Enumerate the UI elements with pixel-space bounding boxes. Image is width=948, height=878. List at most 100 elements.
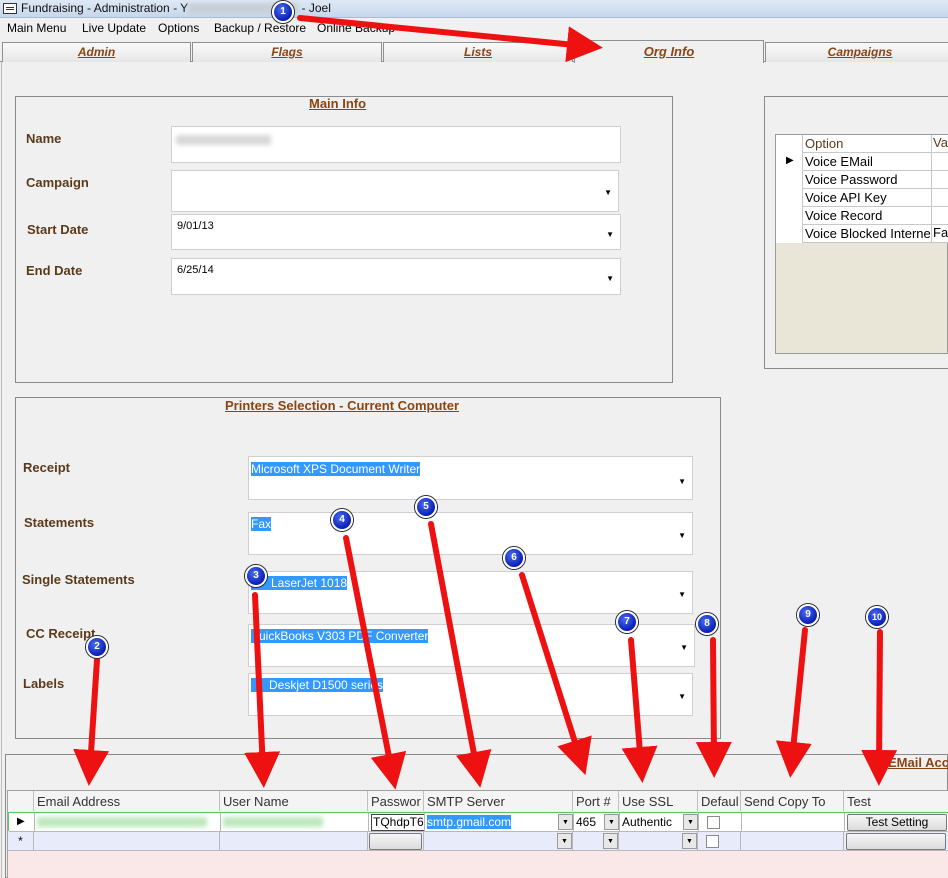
chevron-down-icon[interactable]: ▼ [606,274,614,283]
chevron-down-icon[interactable]: ▼ [604,188,612,197]
name-value-redacted [176,135,271,145]
column-header-send-copy[interactable]: Send Copy To [741,791,844,811]
column-header-ssl[interactable]: Use SSL [619,791,698,811]
options-grid-header: Option Va [776,135,948,153]
callout-badge-4: 4 [331,509,353,531]
callout-badge-6: 6 [503,547,525,569]
default-cell[interactable] [699,813,742,832]
callout-badge-3: 3 [245,565,267,587]
campaign-combo[interactable]: ▼ [171,170,619,212]
main-info-title: Main Info [309,96,367,111]
chevron-down-icon[interactable]: ▼ [557,833,572,849]
statements-label: Statements [24,515,95,530]
column-header-option[interactable]: Option [805,136,930,151]
column-header-port[interactable]: Port # [573,791,619,811]
menu-main-menu[interactable]: Main Menu [7,21,66,35]
chevron-down-icon[interactable]: ▼ [558,814,573,830]
default-checkbox[interactable] [707,816,720,829]
tab-campaigns[interactable]: Campaigns [765,42,948,62]
chevron-down-icon[interactable]: ▼ [682,833,697,849]
tab-admin[interactable]: Admin [2,42,191,62]
row-selector[interactable]: ▶ [9,813,35,832]
username-cell[interactable] [221,813,369,832]
tab-flags[interactable]: Flags [192,42,382,62]
labels-printer-value: Deskjet D1500 series [251,678,384,692]
menu-options[interactable]: Options [158,21,199,35]
receipt-printer-value: Microsoft XPS Document Writer [251,462,421,476]
single-statements-printer-combo[interactable]: LaserJet 1018 ▼ [248,571,693,614]
start-date-value: 9/01/13 [177,220,214,232]
chevron-down-icon[interactable]: ▼ [683,814,698,830]
menu-bar: Main Menu Live Update Options Backup / R… [0,18,948,39]
name-field[interactable] [171,126,621,163]
title-bar: Fundraising - Administration - Y - Joel [0,0,948,18]
chevron-down-icon[interactable]: ▼ [678,477,686,486]
printers-title: Printers Selection - Current Computer [225,398,460,413]
app-icon [3,3,17,14]
test-button-empty[interactable] [846,833,946,850]
tab-lists[interactable]: Lists [383,42,573,62]
chevron-down-icon[interactable]: ▼ [678,531,686,540]
menu-backup-restore[interactable]: Backup / Restore [214,21,306,35]
column-header-value[interactable]: Va [931,135,948,153]
options-row[interactable]: ▶ Voice EMail [776,153,948,171]
chevron-down-icon[interactable]: ▼ [680,643,688,652]
port-combo[interactable]: 465 ▼ [574,813,620,832]
new-row-marker: * [8,832,34,851]
use-ssl-combo[interactable]: Authentic ▼ [620,813,699,832]
row-selector[interactable]: ▶ [776,153,803,171]
send-copy-cell[interactable] [742,813,845,832]
receipt-printer-combo[interactable]: Microsoft XPS Document Writer ▼ [248,456,693,500]
menu-live-update[interactable]: Live Update [82,21,146,35]
default-checkbox[interactable] [706,835,719,848]
options-row[interactable]: Voice Password [776,171,948,189]
callout-badge-1: 1 [272,1,294,23]
end-date-value: 6/25/14 [177,264,214,276]
smtp-server-combo[interactable]: smtp.gmail.com ▼ [425,813,574,832]
labels-label: Labels [23,676,65,691]
password-cell[interactable]: TQhdpT6 [369,813,425,832]
cc-receipt-label: CC Receipt [26,626,96,641]
end-date-label: End Date [26,263,83,278]
end-date-combo[interactable]: 6/25/14 ▼ [171,258,621,295]
labels-printer-combo[interactable]: Deskjet D1500 series ▼ [248,673,693,716]
tab-org-info[interactable]: Org Info [574,40,764,63]
statements-printer-combo[interactable]: Fax ▼ [248,512,693,555]
start-date-combo[interactable]: 9/01/13 ▼ [171,214,621,250]
chevron-down-icon[interactable]: ▼ [604,814,619,830]
cc-receipt-printer-value: uickBooks V303 PDF Converter [251,629,429,643]
callout-badge-10: 10 [866,606,888,628]
name-label: Name [26,131,62,146]
campaign-label: Campaign [26,175,89,190]
callout-badge-9: 9 [797,604,819,626]
test-cell[interactable]: Test Setting [845,813,948,832]
email-accounts-title: EMail Acc [888,755,948,770]
chevron-down-icon[interactable]: ▼ [678,590,686,599]
column-header-smtp[interactable]: SMTP Server [424,791,573,811]
menu-online-backup[interactable]: Online Backup [317,21,395,35]
options-row[interactable]: Voice Record [776,207,948,225]
chevron-down-icon[interactable]: ▼ [678,692,686,701]
email-accounts-grid: Email Address User Name Passwor SMTP Ser… [7,790,948,878]
test-settings-button[interactable]: Test Setting [847,814,947,831]
tab-strip: Admin Flags Lists Org Info Campaigns [0,40,948,63]
column-header-test[interactable]: Test [844,791,948,811]
callout-badge-7: 7 [616,611,638,633]
options-row[interactable]: Voice API Key [776,189,948,207]
chevron-down-icon[interactable]: ▼ [603,833,618,849]
chevron-down-icon[interactable]: ▼ [606,230,614,239]
options-row[interactable]: Voice Blocked Interne Fa [776,225,948,243]
email-address-cell[interactable] [35,813,221,832]
column-header-password[interactable]: Passwor [368,791,424,811]
statements-printer-value: Fax [251,517,272,531]
email-account-row[interactable]: ▶ TQhdpT6 smtp.gmail.com ▼ 465 ▼ Authentic… [8,812,948,832]
single-statements-label: Single Statements [22,572,135,587]
callout-badge-2: 2 [86,636,108,658]
callout-badge-5: 5 [415,496,437,518]
column-header-email[interactable]: Email Address [34,791,220,811]
receipt-label: Receipt [23,460,70,475]
email-account-new-row[interactable]: * ▼ ▼ ▼ [8,832,948,851]
column-header-username[interactable]: User Name [220,791,368,811]
column-header-default[interactable]: Defaul [698,791,741,811]
callout-badge-8: 8 [696,613,718,635]
